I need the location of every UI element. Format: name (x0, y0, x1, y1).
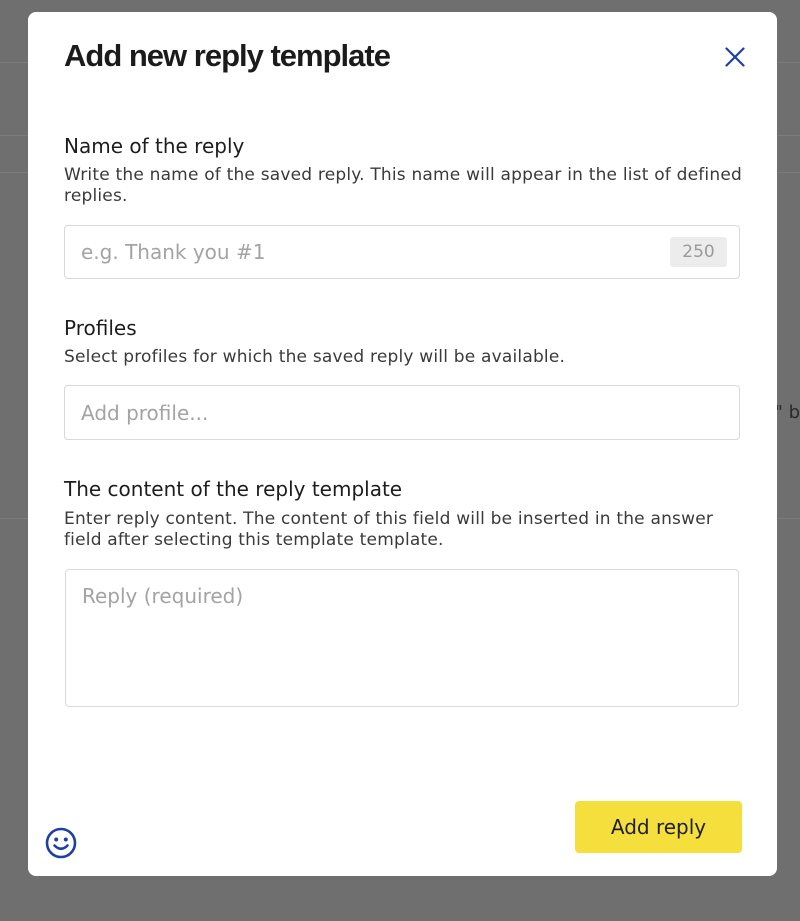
reply-name-input[interactable] (65, 226, 739, 278)
add-profile-input[interactable] (65, 386, 739, 439)
name-description: Write the name of the saved reply. This … (64, 165, 742, 206)
close-button[interactable] (720, 42, 750, 72)
name-label: Name of the reply (64, 134, 245, 158)
smiley-icon (45, 827, 77, 859)
char-limit-badge: 250 (670, 237, 727, 267)
add-reply-button[interactable]: Add reply (575, 801, 742, 853)
background-partial-text: " b (774, 402, 800, 423)
profiles-field-wrapper (64, 385, 740, 440)
add-reply-template-dialog: Add new reply template Name of the reply… (28, 12, 777, 876)
content-label: The content of the reply template (64, 477, 403, 501)
close-icon (725, 47, 745, 67)
reply-content-textarea[interactable] (66, 570, 738, 706)
content-field-wrapper (65, 569, 739, 707)
emoji-button[interactable] (44, 826, 78, 860)
content-description: Enter reply content. The content of this… (64, 509, 714, 550)
name-field-wrapper: 250 (64, 225, 740, 279)
profiles-description: Select profiles for which the saved repl… (64, 347, 566, 367)
dialog-title: Add new reply template (64, 38, 391, 73)
profiles-label: Profiles (64, 316, 137, 340)
